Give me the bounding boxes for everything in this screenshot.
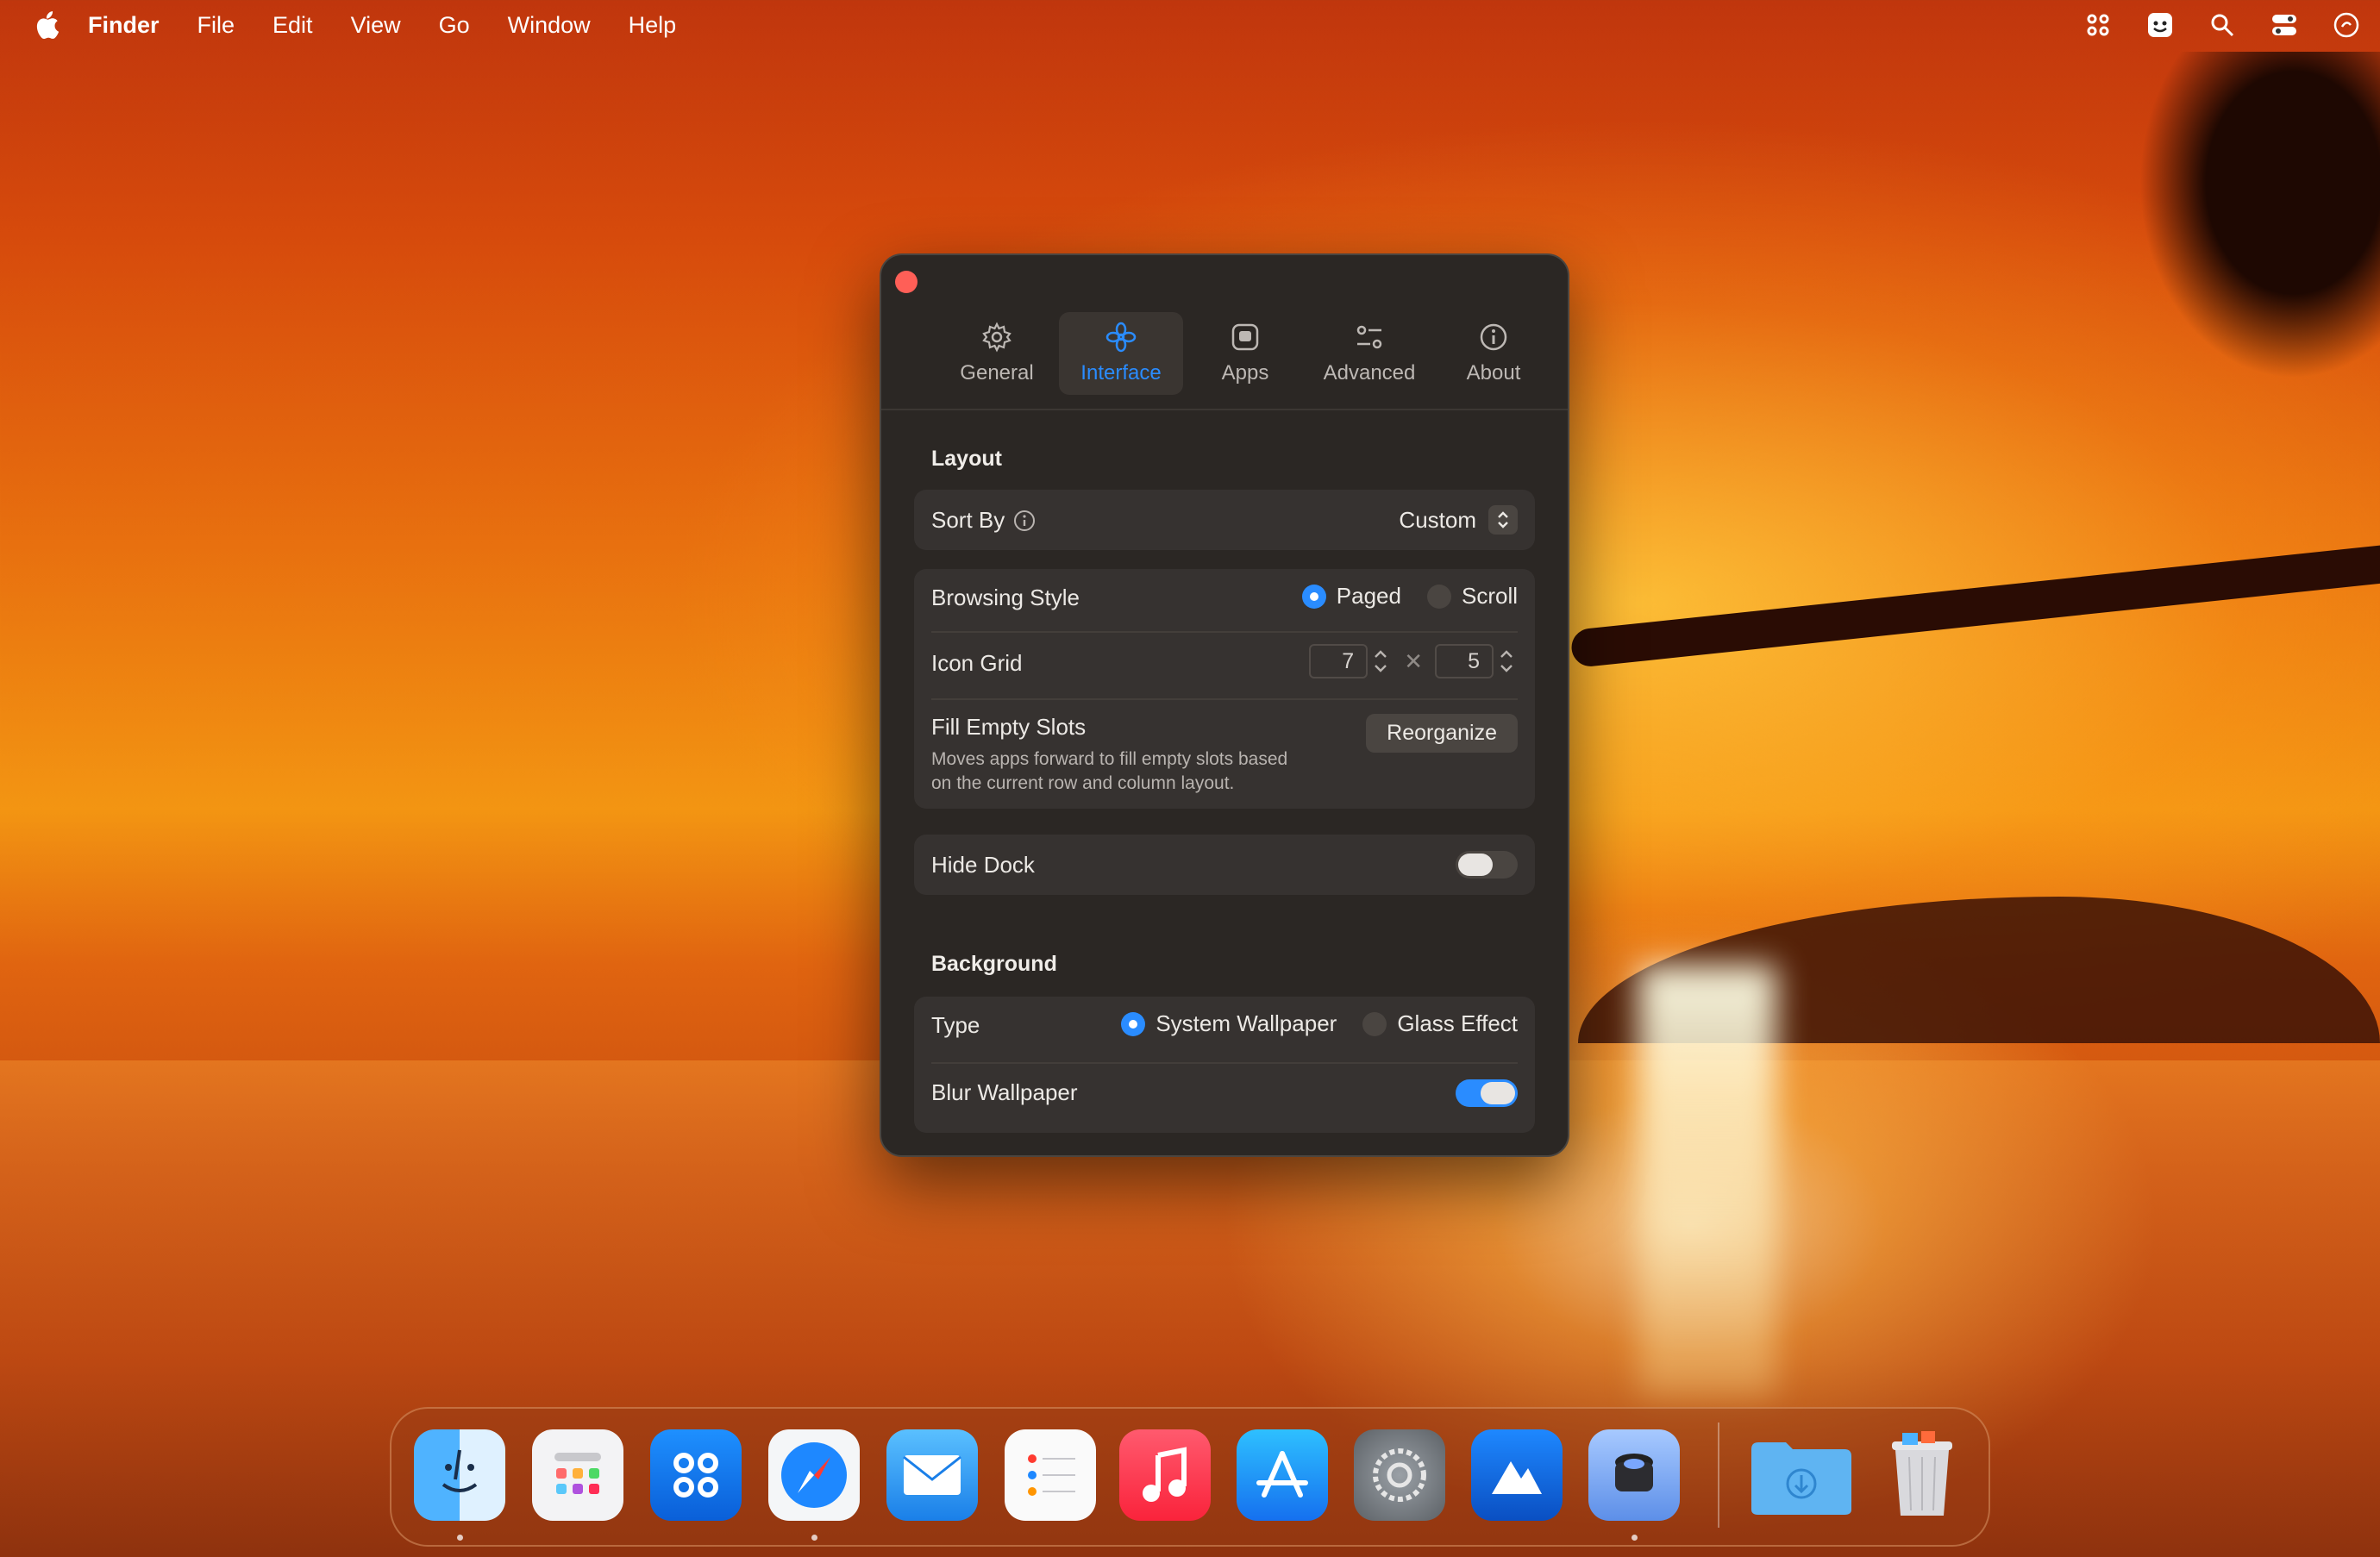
radio-label: Glass Effect xyxy=(1397,1010,1518,1036)
menu-help[interactable]: Help xyxy=(629,12,677,39)
menu-file[interactable]: File xyxy=(197,12,235,39)
tab-label: Interface xyxy=(1080,361,1162,385)
gear-icon xyxy=(982,322,1012,353)
tab-apps[interactable]: Apps xyxy=(1183,312,1307,395)
sort-by-label: Sort By xyxy=(931,507,1005,533)
sort-by-popup[interactable]: Custom xyxy=(1399,505,1518,535)
dock-trash-icon[interactable] xyxy=(1876,1429,1968,1521)
info-icon xyxy=(1480,323,1507,351)
row-divider xyxy=(931,631,1518,633)
fill-empty-slots-desc-2: on the current row and column layout. xyxy=(931,773,1235,793)
type-label: Type xyxy=(931,1012,980,1038)
hide-dock-card: Hide Dock xyxy=(914,835,1535,895)
tab-label: About xyxy=(1466,361,1521,385)
icon-grid-rows-stepper[interactable]: 5 xyxy=(1435,643,1518,679)
radio-label: System Wallpaper xyxy=(1156,1010,1337,1036)
radio-scroll[interactable]: Scroll xyxy=(1426,583,1518,610)
dock-safari-icon[interactable] xyxy=(768,1429,860,1521)
dock-sky-icon[interactable] xyxy=(1471,1429,1563,1521)
blur-wallpaper-toggle[interactable] xyxy=(1456,1079,1518,1107)
menu-bar: Finder File Edit View Go Window Help xyxy=(0,0,2380,50)
settings-window: General Interface Apps Advanced About La… xyxy=(880,253,1569,1157)
layout-section-title: Layout xyxy=(931,447,1002,471)
app-square-icon xyxy=(1231,323,1259,351)
dock-system-settings-icon[interactable] xyxy=(1354,1429,1445,1521)
times-icon: ✕ xyxy=(1404,647,1423,674)
columns-value[interactable]: 7 xyxy=(1309,644,1368,678)
hide-dock-toggle[interactable] xyxy=(1456,851,1518,879)
apple-menu-icon[interactable] xyxy=(34,10,60,40)
menu-view[interactable]: View xyxy=(351,12,401,39)
menu-go[interactable]: Go xyxy=(439,12,470,39)
control-center-icon[interactable] xyxy=(2268,9,2301,41)
radio-dot xyxy=(1362,1011,1387,1036)
stepper-arrows-icon[interactable] xyxy=(1495,643,1518,679)
tab-interface[interactable]: Interface xyxy=(1059,312,1183,395)
dock-launcher-icon[interactable] xyxy=(650,1429,742,1521)
flower-icon xyxy=(1105,322,1137,353)
dock-mail-icon[interactable] xyxy=(886,1429,978,1521)
dock-music-icon[interactable] xyxy=(1119,1429,1211,1521)
hide-dock-label: Hide Dock xyxy=(931,852,1035,878)
icon-grid-label: Icon Grid xyxy=(931,650,1023,676)
layout-options-card: Browsing Style Paged Scroll Icon Grid 7 xyxy=(914,569,1535,809)
radio-label: Scroll xyxy=(1461,583,1518,609)
tab-label: Apps xyxy=(1221,361,1269,385)
running-indicator-lens xyxy=(1632,1535,1638,1541)
running-indicator-safari xyxy=(811,1535,817,1541)
search-icon[interactable] xyxy=(2206,9,2239,41)
stepper-arrows-icon[interactable] xyxy=(1369,643,1392,679)
tab-bar: General Interface Apps Advanced About xyxy=(935,312,1556,395)
dock-downloads-folder-icon[interactable] xyxy=(1747,1429,1856,1521)
dock-launchpad-icon[interactable] xyxy=(532,1429,623,1521)
tab-label: Advanced xyxy=(1323,361,1416,385)
info-icon[interactable] xyxy=(1013,510,1036,532)
tab-divider xyxy=(881,409,1568,410)
launchpad-icon[interactable] xyxy=(2082,9,2114,41)
dock-app-store-icon[interactable] xyxy=(1237,1429,1328,1521)
memoji-icon[interactable] xyxy=(2144,9,2176,41)
fill-empty-slots-desc-1: Moves apps forward to fill empty slots b… xyxy=(931,749,1288,769)
running-indicator-finder xyxy=(457,1535,463,1541)
background-section-title: Background xyxy=(931,952,1057,976)
menu-app-name[interactable]: Finder xyxy=(88,12,160,39)
background-card: Type System Wallpaper Glass Effect Blur … xyxy=(914,997,1535,1133)
row-divider xyxy=(931,1062,1518,1064)
radio-label: Paged xyxy=(1336,583,1401,609)
sort-by-card: Sort By Custom xyxy=(914,490,1535,550)
tab-about[interactable]: About xyxy=(1431,312,1556,395)
radio-dot xyxy=(1301,584,1326,609)
blur-wallpaper-label: Blur Wallpaper xyxy=(931,1079,1078,1105)
chevron-updown-icon xyxy=(1488,505,1518,535)
sort-by-value: Custom xyxy=(1399,506,1476,533)
reorganize-button[interactable]: Reorganize xyxy=(1366,714,1518,753)
tab-general[interactable]: General xyxy=(935,312,1059,395)
menu-window[interactable]: Window xyxy=(508,12,591,39)
dock-lens-icon[interactable] xyxy=(1588,1429,1680,1521)
tab-label: General xyxy=(960,361,1034,385)
radio-glass-effect[interactable]: Glass Effect xyxy=(1362,1010,1518,1037)
dock-separator xyxy=(1718,1423,1719,1528)
close-button[interactable] xyxy=(895,271,918,293)
fill-empty-slots-label: Fill Empty Slots xyxy=(931,714,1087,740)
wallpaper-sun-reflection xyxy=(1638,966,1776,1397)
wallpaper-palm-trunk xyxy=(1569,541,2380,669)
browsing-style-label: Browsing Style xyxy=(931,585,1080,610)
icon-grid-columns-stepper[interactable]: 7 xyxy=(1309,643,1392,679)
row-divider xyxy=(931,698,1518,700)
wallpaper-palm-leaves xyxy=(2139,52,2380,379)
dock-finder-icon[interactable] xyxy=(414,1429,505,1521)
menu-edit[interactable]: Edit xyxy=(272,12,313,39)
sliders-icon xyxy=(1356,325,1382,349)
radio-system-wallpaper[interactable]: System Wallpaper xyxy=(1121,1010,1337,1037)
siri-icon[interactable] xyxy=(2330,9,2363,41)
radio-paged[interactable]: Paged xyxy=(1301,583,1401,610)
radio-dot xyxy=(1426,584,1451,609)
dock-reminders-icon[interactable] xyxy=(1005,1429,1096,1521)
tab-advanced[interactable]: Advanced xyxy=(1307,312,1431,395)
radio-dot xyxy=(1121,1011,1146,1036)
rows-value[interactable]: 5 xyxy=(1435,644,1494,678)
